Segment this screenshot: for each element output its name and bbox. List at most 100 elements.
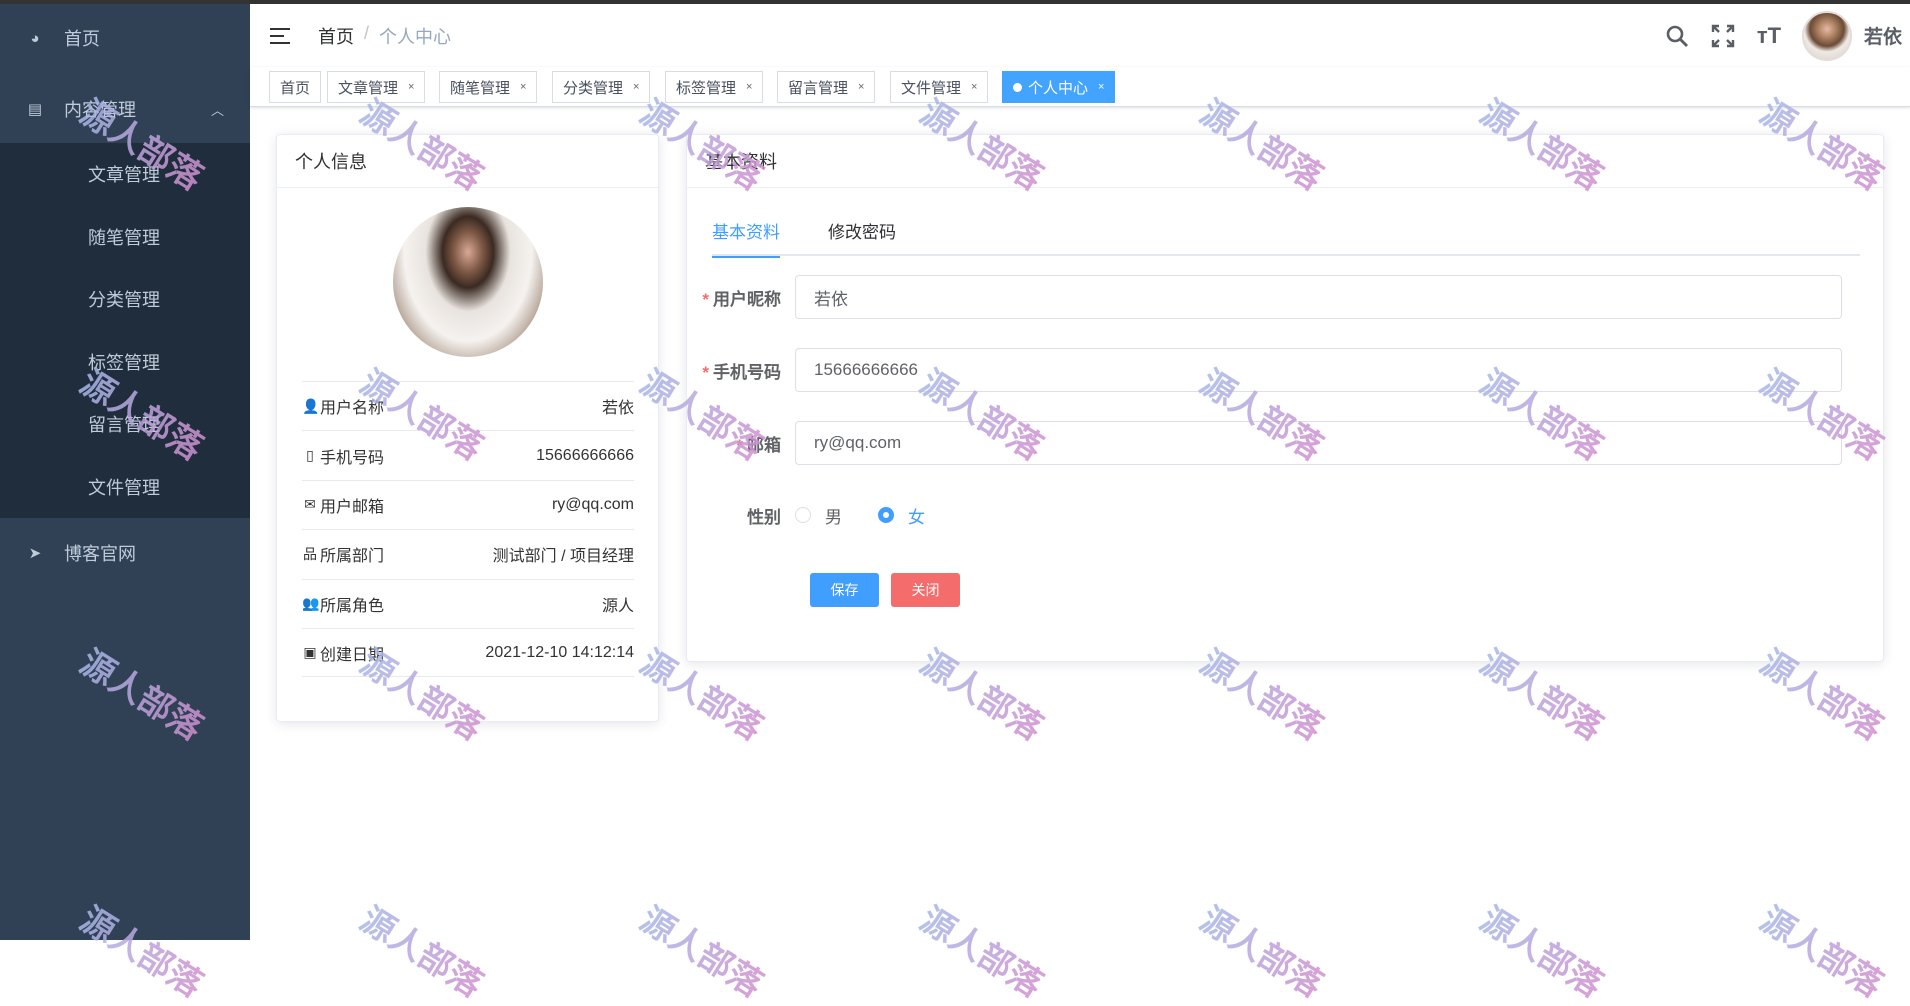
- mail-icon: ✉: [304, 496, 316, 513]
- info-value: 15666666666: [536, 446, 634, 464]
- close-button[interactable]: 关闭: [891, 573, 960, 607]
- tag-messages[interactable]: 留言管理 ×: [777, 71, 876, 103]
- sidebar-item-blog[interactable]: ➤ 博客官网: [0, 519, 250, 587]
- user-icon: 👤: [302, 397, 320, 414]
- avatar[interactable]: [1801, 10, 1852, 61]
- tag-label: 首页: [280, 79, 311, 97]
- username[interactable]: 若依: [1864, 22, 1902, 49]
- tag-tags[interactable]: 标签管理 ×: [665, 71, 764, 103]
- tag-files[interactable]: 文件管理 ×: [890, 71, 989, 103]
- sidebar-item-label: 首页: [64, 29, 100, 49]
- actions-row: 保存 关闭: [687, 568, 1882, 612]
- close-icon[interactable]: ×: [971, 81, 977, 93]
- breadcrumb-current: 个人中心: [379, 26, 452, 47]
- list-item: 👤 用户名称 若依: [302, 381, 634, 430]
- gender-radio-female[interactable]: 女: [878, 503, 925, 528]
- search-icon[interactable]: [1664, 23, 1690, 49]
- info-label: 用户名称: [320, 400, 385, 418]
- tag-home[interactable]: 首页: [269, 71, 322, 103]
- breadcrumb: 首页 / 个人中心: [318, 23, 451, 49]
- document-icon: ▤: [27, 101, 43, 118]
- info-label: 所属部门: [320, 548, 385, 566]
- text-size-icon[interactable]: тT: [1756, 23, 1782, 49]
- info-value: 源人: [601, 597, 634, 615]
- phone-row: * 手机号码: [687, 348, 1882, 392]
- hamburger-icon[interactable]: [270, 27, 292, 45]
- send-icon: ➤: [28, 545, 42, 562]
- sidebar-item-label: 内容管理: [64, 100, 136, 120]
- gender-radio-male[interactable]: 男: [795, 503, 842, 528]
- save-button[interactable]: 保存: [810, 573, 879, 607]
- gender-label: 性别: [747, 507, 781, 527]
- date-icon: ▣: [303, 644, 317, 661]
- info-label: 手机号码: [320, 449, 385, 467]
- sidebar-item-home[interactable]: ◕ 首页: [0, 4, 250, 72]
- close-icon[interactable]: ×: [1098, 81, 1104, 93]
- sidebar-item-content-mgmt[interactable]: ▤ 内容管理 ︿: [0, 75, 250, 143]
- info-value: 测试部门 / 项目经理: [492, 548, 634, 566]
- chevron-up-icon: ︿: [210, 102, 224, 118]
- watermark: 源人部落: [352, 893, 493, 1006]
- watermark: 源人部落: [912, 893, 1053, 1006]
- info-value: 2021-12-10 14:12:14: [485, 643, 634, 661]
- sidebar-item-messages[interactable]: 留言管理: [0, 393, 250, 456]
- tag-label: 文件管理: [901, 79, 962, 97]
- watermark: 源人部落: [1192, 893, 1333, 1006]
- active-dot-icon: [1013, 82, 1022, 92]
- basic-info-card: 基本资料 基本资料 修改密码 *用户昵称 *手机号码 *邮箱 性别 男 女 保存…: [686, 134, 1884, 662]
- phone-input[interactable]: [795, 348, 1842, 392]
- tabs: 基本资料 修改密码: [712, 204, 1860, 258]
- sidebar-item-categories[interactable]: 分类管理: [0, 268, 250, 331]
- close-icon[interactable]: ×: [746, 81, 752, 93]
- list-item: 品所属部门 测试部门 / 项目经理: [302, 529, 634, 578]
- tags-view: 首页 文章管理 × 随笔管理 × 分类管理 × 标签管理 × 留言管理 × 文件管理 × 个…: [250, 67, 1910, 107]
- profile-card: 个人信息 👤 用户名称 若依 ▯ 手机号码 15666666666 ✉ 用户邮箱 ry@qq…: [276, 134, 659, 722]
- tag-label: 随笔管理: [450, 79, 511, 97]
- close-icon[interactable]: ×: [633, 81, 639, 93]
- list-item: ▣ 创建日期 2021-12-10 14:12:14: [302, 627, 634, 678]
- dashboard-icon: ◕: [30, 29, 40, 47]
- phone-label: * 手机号码: [702, 362, 781, 382]
- nickname-input[interactable]: [795, 275, 1842, 319]
- list-item: ▯ 手机号码 15666666666: [302, 430, 634, 479]
- tag-categories[interactable]: 分类管理 ×: [552, 71, 651, 103]
- email-input[interactable]: [795, 421, 1842, 465]
- navbar: 首页 / 个人中心 тT 若依: [250, 4, 1910, 67]
- tag-label: 文章管理: [338, 79, 399, 97]
- tag-essays[interactable]: 随笔管理 ×: [439, 71, 538, 103]
- watermark: 源人部落: [1472, 893, 1613, 1006]
- tab-change-password[interactable]: 修改密码: [828, 204, 896, 256]
- tag-label: 个人中心: [1028, 79, 1089, 97]
- breadcrumb-home[interactable]: 首页: [318, 23, 354, 49]
- watermark: 源人部落: [1752, 893, 1893, 1006]
- tag-articles[interactable]: 文章管理 ×: [327, 71, 426, 103]
- profile-avatar[interactable]: [393, 207, 543, 357]
- tree-icon: 品: [303, 546, 317, 563]
- close-icon[interactable]: ×: [520, 81, 526, 93]
- tab-basic-info[interactable]: 基本资料: [712, 204, 780, 258]
- sidebar-item-tags[interactable]: 标签管理: [0, 331, 250, 394]
- sidebar-submenu: 文章管理 随笔管理 分类管理 标签管理 留言管理 文件管理: [0, 143, 250, 518]
- sidebar: ◕ 首页 ▤ 内容管理 ︿ 文章管理 随笔管理 分类管理 标签管理 留言管理 文…: [0, 4, 250, 940]
- info-label: 所属角色: [320, 597, 385, 615]
- list-item: ✉ 用户邮箱 ry@qq.com: [302, 479, 634, 529]
- email-row: * 邮箱: [687, 421, 1882, 465]
- sidebar-item-essays[interactable]: 随笔管理: [0, 206, 250, 269]
- tag-label: 分类管理: [563, 79, 624, 97]
- tag-label: 标签管理: [676, 79, 737, 97]
- sidebar-item-label: 博客官网: [64, 544, 136, 564]
- basic-card-title: 基本资料: [687, 135, 1883, 188]
- tag-label: 留言管理: [788, 79, 849, 97]
- fullscreen-icon[interactable]: [1710, 23, 1736, 49]
- sidebar-item-articles[interactable]: 文章管理: [0, 143, 250, 206]
- email-label: * 邮箱: [736, 435, 781, 455]
- phone-icon: ▯: [306, 447, 314, 464]
- close-icon[interactable]: ×: [858, 81, 864, 93]
- close-icon[interactable]: ×: [408, 81, 414, 93]
- nickname-row: * 用户昵称: [687, 275, 1882, 319]
- tag-profile[interactable]: 个人中心 ×: [1002, 71, 1116, 103]
- info-label: 用户邮箱: [320, 498, 385, 516]
- peoples-icon: 👥: [302, 595, 320, 612]
- sidebar-item-files[interactable]: 文件管理: [0, 456, 250, 519]
- info-value: ry@qq.com: [551, 495, 634, 513]
